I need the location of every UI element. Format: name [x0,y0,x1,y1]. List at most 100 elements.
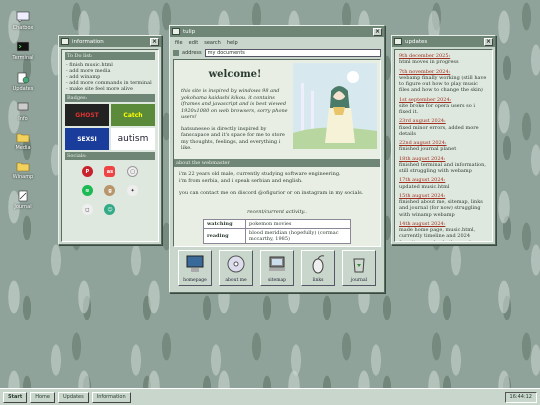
desktop-icon-label: Chatbox [12,25,34,31]
activity-key: watching [203,218,246,229]
close-icon[interactable]: × [373,27,382,36]
about-line: you can contact me on discord @ofigurior… [179,189,364,196]
taskbar: Start Home Updates Information 16:44:12 [0,388,540,405]
intro-text: hatsuneseo is directly inspired by fansc… [181,125,285,152]
folder-icon [16,133,30,143]
discord-icon[interactable]: ☺ [104,204,116,215]
dock-about-me[interactable]: about me [219,250,253,286]
update-text: made home page, music.html, currently ti… [399,227,476,241]
main-window: tulip × file edit search help address my… [169,25,385,293]
information-body: To Do list: - finish music.html - add mo… [61,49,159,242]
list-item: 9th december 2025: html moves in progress [399,53,488,66]
letterboxd-icon[interactable]: ▢ [127,166,139,177]
activity-table: watching pokemon movies reading blood me… [203,218,351,244]
mouse-icon [312,255,325,274]
dock-links[interactable]: links [301,250,335,286]
menu-edit[interactable]: edit [189,40,199,46]
badges-grid: GHOST Catch SEXSI autism [62,104,158,150]
badge-catch: Catch [111,104,155,126]
dock-label: homepage [183,278,207,283]
desktop-icon-updates[interactable]: Updates [8,72,38,92]
desktop-icon-label: Terminal [12,55,34,61]
update-text: finished journal planet [399,146,457,153]
dock-journal[interactable]: journal [342,250,376,286]
information-window: information × To Do list: - finish music… [58,35,162,245]
desktop-icon-label: Updates [12,86,34,92]
desktop-icon-media[interactable]: Media [8,131,38,151]
folder-icon [16,162,30,172]
menu-help[interactable]: help [227,40,238,46]
list-item: 22nd august 2024: finished journal planet [399,140,488,153]
main-content: welcome! this site is inspired by window… [173,59,381,247]
pinterest-icon[interactable]: P [81,166,93,177]
list-item: 18th august 2024: finished terminal and i… [399,156,488,175]
start-button[interactable]: Start [3,391,28,403]
tulip-icon [172,28,180,35]
chatbox-icon [16,11,30,23]
address-bar: address my documents [170,49,384,59]
update-text: fixed minor errors, added more details [399,124,479,137]
socials-header: Socials: [65,152,155,160]
desktop-icon-terminal[interactable]: Terminal [8,41,38,61]
desktop-icon-winamp[interactable]: Winamp [8,160,38,180]
about-line: i'm from serbia, and i speak serbian and… [179,177,303,184]
about-line: i'm 22 years old male, currently studyin… [179,170,341,177]
taskbar-clock: 16:44:12 [504,391,537,403]
menu-bar: file edit search help [170,37,384,49]
lastfm-icon[interactable]: as [104,166,116,177]
desktop-icon-info[interactable]: Info [8,102,38,122]
welcome-section: welcome! this site is inspired by window… [174,60,380,157]
dock-label: journal [350,278,368,283]
sitemap-icon [269,256,285,271]
todo-item: - make site feel more alive [66,86,133,92]
dock-sitemap[interactable]: sitemap [260,250,294,286]
window-icon [61,38,69,45]
close-icon[interactable]: × [150,37,159,46]
todo-list: - finish music.html - add more media - a… [62,62,158,92]
activity-title: recent/current activity.. [247,208,307,215]
dock-label: about me [225,278,247,283]
dock-label: links [312,278,324,283]
recycle-bin-icon [353,258,365,273]
badge-autism: autism [111,128,155,150]
update-text: updated music.html [399,183,450,190]
desktop-icon-label: Winamp [12,174,34,180]
spotify-icon[interactable]: ≋ [81,185,93,196]
information-titlebar[interactable]: information × [59,36,161,47]
desktop-icon-chatbox[interactable]: Chatbox [8,11,38,31]
list-item: 17th august 2024: updated music.html [399,177,488,190]
journal-icon [18,190,28,202]
update-text: site broke for opera users so i fixed it… [399,102,475,115]
main-title: tulip [183,28,196,35]
desktop-icon-label: Info [18,116,28,122]
taskbar-updates-button[interactable]: Updates [58,391,89,403]
main-titlebar[interactable]: tulip × [170,26,384,37]
menu-file[interactable]: file [175,40,183,46]
socials-grid: P as ▢ ≋ g ✦ ◻ ☺ [62,162,158,219]
cd-icon [227,255,245,273]
todo-header: To Do list: [65,52,155,60]
about-header: about the webmaster [174,158,380,167]
goodreads-icon[interactable]: g [104,185,116,196]
list-item: 15th august 2024: finished about me, site… [399,193,488,218]
taskbar-home-button[interactable]: Home [30,391,55,403]
taskbar-information-button[interactable]: Information [91,391,131,403]
list-item: 7th november 2024: webamp finally working… [399,69,488,94]
desktop-icon-label: Journal [14,204,32,210]
bandcamp-icon[interactable]: ◻ [81,204,93,215]
desktop-icon-journal[interactable]: Journal [8,190,38,210]
activity-value: blood meridian (hopefully) (cormac mccar… [245,227,351,244]
address-input[interactable]: my documents [204,49,381,57]
activity-key: reading [203,227,246,244]
list-item: 23rd august 2024: fixed minor errors, add… [399,118,488,137]
dock-homepage[interactable]: homepage [178,250,212,286]
close-icon[interactable]: × [484,37,493,46]
github-icon[interactable]: ✦ [127,185,139,196]
updates-icon [17,72,30,84]
update-text: finished about me, sitemap, links and jo… [399,199,483,218]
menu-search[interactable]: search [204,40,221,46]
updates-titlebar[interactable]: updates × [392,36,495,47]
update-text: html moves in progress [399,59,459,66]
dock-label: sitemap [267,278,287,283]
activity-value: pokemon movies [245,218,351,229]
